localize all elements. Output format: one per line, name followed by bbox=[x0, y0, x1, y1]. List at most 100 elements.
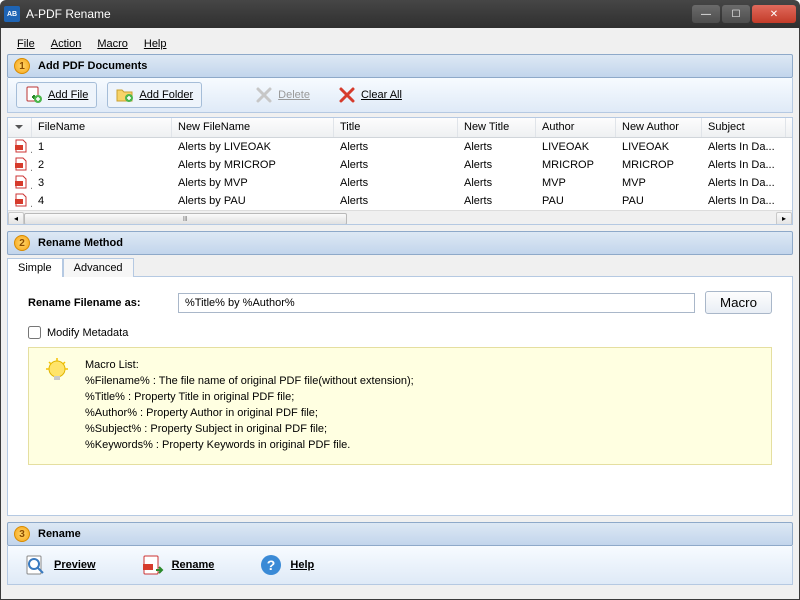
maximize-button[interactable]: ☐ bbox=[722, 5, 750, 23]
cell-new-author: MRICROP bbox=[616, 158, 702, 172]
hint-line: %Keywords% : Property Keywords in origin… bbox=[85, 438, 414, 454]
app-icon: AB bbox=[4, 6, 20, 22]
hint-panel: Macro List: %Filename% : The file name o… bbox=[28, 347, 772, 465]
tab-panel-simple: Rename Filename as: Macro Modify Metadat… bbox=[7, 276, 793, 516]
delete-label: Delete bbox=[278, 89, 310, 101]
hint-line: %Title% : Property Title in original PDF… bbox=[85, 390, 414, 406]
svg-text:?: ? bbox=[267, 557, 276, 573]
col-icon[interactable] bbox=[8, 118, 32, 137]
col-title[interactable]: Title bbox=[334, 118, 458, 137]
add-folder-label: Add Folder bbox=[139, 89, 193, 101]
table-row[interactable]: 1 Alerts by LIVEOAK Alerts Alerts LIVEOA… bbox=[8, 138, 792, 156]
cell-subject: Alerts In Da... bbox=[702, 158, 786, 172]
hint-line: %Author% : Property Author in original P… bbox=[85, 406, 414, 422]
add-folder-button[interactable]: Add Folder bbox=[107, 82, 202, 108]
rename-label: Rename Filename as: bbox=[28, 297, 168, 309]
section-rename: 3 Rename bbox=[7, 522, 793, 546]
cell-subject: Alerts In Da... bbox=[702, 194, 786, 208]
cell-title: Alerts bbox=[334, 140, 458, 154]
badge-2: 2 bbox=[14, 235, 30, 251]
horizontal-scrollbar[interactable]: ◂ Ⅲ ▸ bbox=[8, 210, 792, 225]
menubar: File Action Macro Help bbox=[7, 34, 793, 54]
minimize-button[interactable]: — bbox=[692, 5, 720, 23]
cell-new-filename: Alerts by LIVEOAK bbox=[172, 140, 334, 154]
menu-help[interactable]: Help bbox=[138, 36, 173, 52]
add-file-label: Add File bbox=[48, 89, 88, 101]
cell-filename: 4 bbox=[32, 194, 172, 208]
modify-metadata-checkbox[interactable] bbox=[28, 326, 41, 339]
cell-new-author: PAU bbox=[616, 194, 702, 208]
menu-file[interactable]: File bbox=[11, 36, 41, 52]
scroll-thumb[interactable]: Ⅲ bbox=[24, 213, 347, 225]
cell-subject: Alerts In Da... bbox=[702, 176, 786, 190]
rename-button[interactable]: Rename bbox=[136, 550, 221, 580]
macro-button[interactable]: Macro bbox=[705, 291, 772, 314]
section-add-pdf: 1 Add PDF Documents bbox=[7, 54, 793, 78]
titlebar[interactable]: AB A-PDF Rename — ☐ ✕ bbox=[0, 0, 800, 28]
file-list[interactable]: FileName New FileName Title New Title Au… bbox=[7, 117, 793, 225]
cell-author: LIVEOAK bbox=[536, 140, 616, 154]
window-title: A-PDF Rename bbox=[26, 7, 692, 21]
cell-title: Alerts bbox=[334, 176, 458, 190]
toolbar-actions: Preview Rename ? Help bbox=[7, 546, 793, 585]
menu-macro[interactable]: Macro bbox=[91, 36, 134, 52]
col-new-title[interactable]: New Title bbox=[458, 118, 536, 137]
cell-filename: 2 bbox=[32, 158, 172, 172]
col-new-filename[interactable]: New FileName bbox=[172, 118, 334, 137]
col-new-author[interactable]: New Author bbox=[616, 118, 702, 137]
scroll-right-icon[interactable]: ▸ bbox=[776, 212, 792, 226]
pdf-icon bbox=[14, 193, 28, 207]
preview-label: Preview bbox=[54, 559, 96, 571]
cell-subject: Alerts In Da... bbox=[702, 140, 786, 154]
cell-new-title: Alerts bbox=[458, 140, 536, 154]
tab-advanced[interactable]: Advanced bbox=[63, 258, 134, 277]
delete-button[interactable]: Delete bbox=[246, 82, 319, 108]
cell-author: MVP bbox=[536, 176, 616, 190]
help-button[interactable]: ? Help bbox=[254, 550, 320, 580]
cell-new-author: MVP bbox=[616, 176, 702, 190]
cell-author: MRICROP bbox=[536, 158, 616, 172]
rename-label: Rename bbox=[172, 559, 215, 571]
add-folder-icon bbox=[116, 86, 134, 104]
clear-all-label: Clear All bbox=[361, 89, 402, 101]
col-subject[interactable]: Subject bbox=[702, 118, 786, 137]
cell-new-title: Alerts bbox=[458, 158, 536, 172]
cell-filename: 3 bbox=[32, 176, 172, 190]
help-icon: ? bbox=[260, 554, 282, 576]
add-file-icon bbox=[25, 86, 43, 104]
cell-title: Alerts bbox=[334, 194, 458, 208]
cell-new-title: Alerts bbox=[458, 176, 536, 190]
badge-1: 1 bbox=[14, 58, 30, 74]
clear-all-icon bbox=[338, 86, 356, 104]
hint-heading: Macro List: bbox=[85, 358, 414, 374]
table-row[interactable]: 2 Alerts by MRICROP Alerts Alerts MRICRO… bbox=[8, 156, 792, 174]
pdf-icon bbox=[14, 175, 28, 189]
delete-icon bbox=[255, 86, 273, 104]
cell-new-author: LIVEOAK bbox=[616, 140, 702, 154]
add-file-button[interactable]: Add File bbox=[16, 82, 97, 108]
table-row[interactable]: 3 Alerts by MVP Alerts Alerts MVP MVP Al… bbox=[8, 174, 792, 192]
toolbar-add: Add File Add Folder Delete Clear All bbox=[7, 78, 793, 113]
col-author[interactable]: Author bbox=[536, 118, 616, 137]
tab-simple[interactable]: Simple bbox=[7, 258, 63, 277]
scroll-left-icon[interactable]: ◂ bbox=[8, 212, 24, 226]
lightbulb-icon bbox=[43, 358, 71, 386]
table-row[interactable]: 4 Alerts by PAU Alerts Alerts PAU PAU Al… bbox=[8, 192, 792, 210]
section-rename-method: 2 Rename Method bbox=[7, 231, 793, 255]
cell-title: Alerts bbox=[334, 158, 458, 172]
preview-icon bbox=[24, 554, 46, 576]
rename-pattern-input[interactable] bbox=[178, 293, 695, 313]
cell-new-filename: Alerts by MRICROP bbox=[172, 158, 334, 172]
list-header[interactable]: FileName New FileName Title New Title Au… bbox=[8, 118, 792, 138]
section-title-3: Rename bbox=[38, 528, 81, 540]
cell-new-filename: Alerts by MVP bbox=[172, 176, 334, 190]
close-button[interactable]: ✕ bbox=[752, 5, 796, 23]
col-filename[interactable]: FileName bbox=[32, 118, 172, 137]
list-body[interactable]: 1 Alerts by LIVEOAK Alerts Alerts LIVEOA… bbox=[8, 138, 792, 210]
cell-new-title: Alerts bbox=[458, 194, 536, 208]
clear-all-button[interactable]: Clear All bbox=[329, 82, 411, 108]
badge-3: 3 bbox=[14, 526, 30, 542]
rename-icon bbox=[142, 554, 164, 576]
menu-action[interactable]: Action bbox=[45, 36, 88, 52]
preview-button[interactable]: Preview bbox=[18, 550, 102, 580]
